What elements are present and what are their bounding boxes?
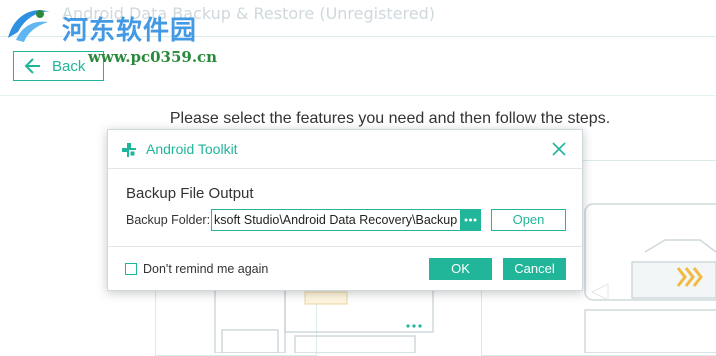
backup-folder-label: Backup Folder:	[126, 213, 211, 227]
close-icon[interactable]	[551, 141, 567, 157]
dialog-header: Android Toolkit	[108, 130, 582, 169]
ok-button[interactable]: OK	[429, 258, 492, 280]
open-button[interactable]: Open	[491, 209, 566, 231]
ellipsis-icon	[464, 218, 477, 222]
section-title: Backup File Output	[126, 185, 254, 202]
android-toolkit-dialog: Android Toolkit Backup File Output Backu…	[107, 129, 583, 291]
dont-remind-label[interactable]: Don't remind me again	[143, 262, 268, 276]
browse-button[interactable]	[460, 209, 481, 231]
backup-folder-field[interactable]: ksoft Studio\Android Data Recovery\Backu…	[211, 209, 461, 231]
toolkit-icon	[122, 143, 136, 157]
backup-folder-value: ksoft Studio\Android Data Recovery\Backu…	[214, 213, 458, 227]
footer-divider	[108, 246, 582, 247]
dont-remind-checkbox[interactable]	[125, 263, 137, 275]
dialog-title: Android Toolkit	[146, 141, 238, 157]
cancel-button[interactable]: Cancel	[503, 258, 566, 280]
